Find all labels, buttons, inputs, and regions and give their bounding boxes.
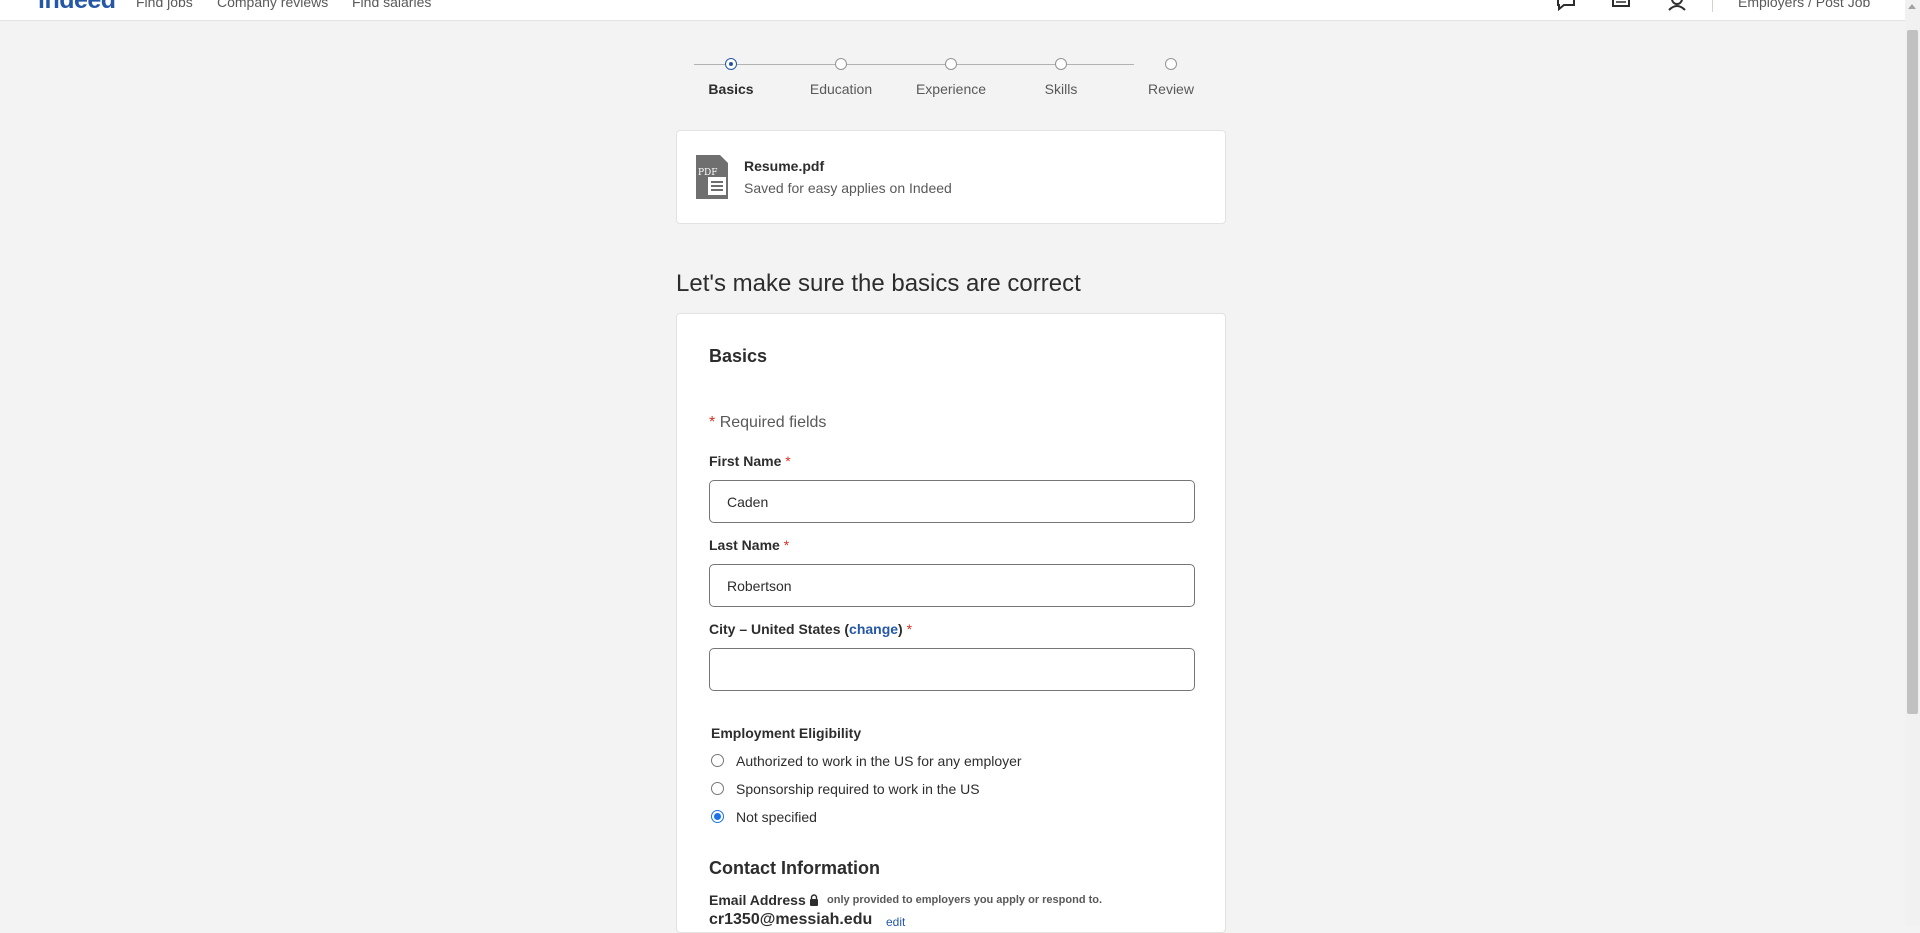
indeed-logo[interactable]: indeed: [38, 0, 116, 15]
basics-form-card: Basics * Required fields First Name * La…: [676, 313, 1226, 933]
city-label: City – United States (change) *: [709, 621, 912, 637]
last-name-label-text: Last Name: [709, 537, 780, 553]
city-label-suffix: ): [898, 621, 903, 637]
progress-stepper: Basics Education Experience Skills Revie…: [676, 56, 1236, 106]
radio-not-specified[interactable]: [711, 810, 724, 823]
page-title: Let's make sure the basics are correct: [676, 270, 1081, 297]
step-label-skills: Skills: [1044, 81, 1078, 97]
radio-authorized[interactable]: [711, 754, 724, 767]
required-star: *: [906, 621, 913, 637]
email-address-value: cr1350@messiah.edu: [709, 911, 873, 928]
scrollbar-thumb[interactable]: [1907, 30, 1918, 714]
change-country-link[interactable]: change: [849, 621, 898, 637]
radio-sponsorship[interactable]: [711, 782, 724, 795]
resume-subtitle: Saved for easy applies on Indeed: [744, 180, 952, 196]
radio-label-not-specified: Not specified: [736, 809, 817, 825]
step-label-basics: Basics: [708, 81, 754, 97]
radio-label-sponsorship: Sponsorship required to work in the US: [736, 781, 980, 797]
page-scrollbar[interactable]: [1905, 0, 1920, 926]
required-fields-note: * Required fields: [709, 414, 826, 432]
required-star: *: [709, 414, 716, 431]
resume-card[interactable]: PDF Resume.pdf Saved for easy applies on…: [676, 130, 1226, 224]
step-dot-education: [835, 58, 847, 70]
step-dot-basics: [725, 58, 737, 70]
top-navigation-bar: indeed Find jobs Company reviews Find sa…: [0, 0, 1905, 21]
last-name-label: Last Name *: [709, 537, 789, 553]
email-address-label: Email Address: [709, 892, 806, 908]
radio-label-authorized: Authorized to work in the US for any emp…: [736, 753, 1022, 769]
svg-text:PDF: PDF: [698, 168, 718, 178]
nav-link-find-salaries[interactable]: Find salaries: [352, 0, 431, 10]
required-note-text: Required fields: [719, 414, 827, 431]
employment-eligibility-label: Employment Eligibility: [711, 725, 862, 741]
pdf-file-icon: PDF: [696, 155, 728, 199]
step-dot-skills: [1055, 58, 1067, 70]
step-label-experience: Experience: [915, 81, 987, 97]
nav-divider: [1712, 0, 1713, 12]
city-label-prefix: City – United States (: [709, 621, 850, 637]
nav-link-find-jobs[interactable]: Find jobs: [136, 0, 193, 10]
scroll-up-arrow-icon[interactable]: [1908, 4, 1916, 9]
step-dot-experience: [945, 58, 957, 70]
city-input[interactable]: [709, 648, 1195, 691]
lock-icon: [810, 894, 818, 906]
required-star: *: [783, 537, 790, 553]
stepper-track: [694, 64, 1134, 65]
step-label-education: Education: [809, 81, 873, 97]
notifications-icon[interactable]: [1610, 0, 1632, 12]
resume-filename: Resume.pdf: [744, 158, 825, 174]
required-star: *: [785, 453, 791, 469]
first-name-input[interactable]: [709, 480, 1195, 523]
employers-post-job-link[interactable]: Employers / Post Job: [1738, 0, 1870, 10]
first-name-label-text: First Name: [709, 453, 782, 469]
contact-information-title: Contact Information: [709, 858, 880, 878]
messages-icon[interactable]: [1555, 0, 1577, 12]
step-dot-review: [1165, 58, 1177, 70]
nav-link-company-reviews[interactable]: Company reviews: [217, 0, 328, 10]
first-name-label: First Name *: [709, 453, 791, 469]
form-section-title: Basics: [709, 346, 768, 366]
edit-email-link[interactable]: edit: [886, 915, 905, 929]
step-label-review: Review: [1148, 81, 1194, 97]
last-name-input[interactable]: [709, 564, 1195, 607]
profile-icon[interactable]: [1666, 0, 1688, 12]
email-privacy-note: only provided to employers you apply or …: [827, 894, 1103, 906]
